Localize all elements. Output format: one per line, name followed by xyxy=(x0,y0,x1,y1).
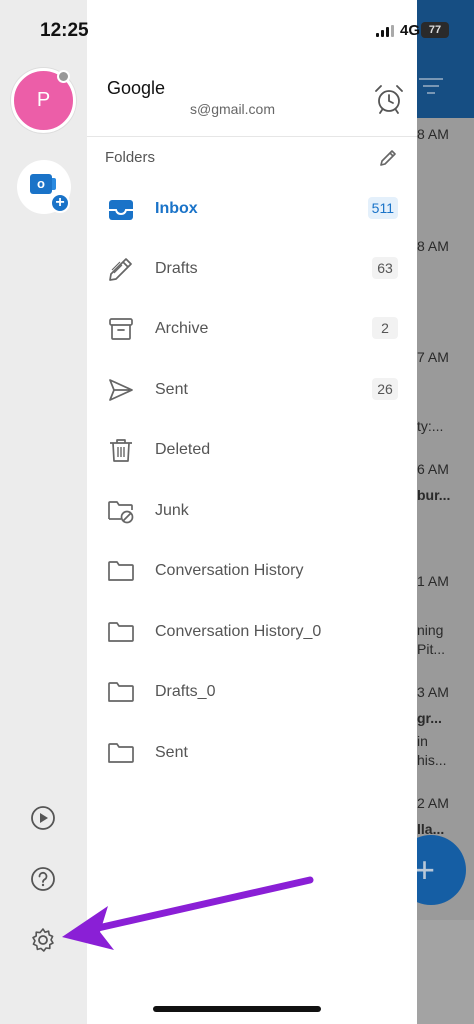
archive-icon xyxy=(109,318,133,340)
avatar-letter: P xyxy=(36,89,51,111)
folder-item-conversation-history[interactable]: Conversation History xyxy=(87,542,417,602)
folder-label: Junk xyxy=(155,502,189,519)
play-icon[interactable] xyxy=(30,805,56,831)
mail-snippet: ning xyxy=(417,622,444,638)
mail-snippet: in xyxy=(417,733,428,749)
folder-label: Conversation History_0 xyxy=(155,623,322,640)
junk-folder-icon xyxy=(108,501,134,524)
mail-time: 6 AM xyxy=(417,461,449,477)
mail-snippet: Pit... xyxy=(417,641,446,657)
alarm-clock-icon[interactable] xyxy=(373,83,405,115)
folder-label: Sent xyxy=(155,381,188,398)
mail-snippet: his... xyxy=(417,752,447,768)
outlook-icon: o xyxy=(30,174,52,194)
filter-icon xyxy=(419,78,443,94)
folders-heading: Folders xyxy=(105,149,156,166)
folder-label: Conversation History xyxy=(155,562,304,579)
network-label: 4G xyxy=(399,22,420,39)
folder-item-archive[interactable]: Archive 2 xyxy=(87,300,417,360)
battery-icon: 77 xyxy=(421,22,449,38)
folder-item-sent[interactable]: Sent 26 xyxy=(87,361,417,421)
count-badge: 2 xyxy=(372,317,398,339)
folder-icon xyxy=(108,622,134,642)
mail-time: 8 AM xyxy=(417,238,449,254)
count-badge: 63 xyxy=(372,257,398,279)
folder-item-sent-folder[interactable]: Sent xyxy=(87,724,417,784)
drawer-divider xyxy=(87,136,417,137)
mail-time: 7 AM xyxy=(417,349,449,365)
battery-level: 77 xyxy=(428,24,442,36)
account-email: s@gmail.com xyxy=(190,101,276,117)
folder-label: Deleted xyxy=(155,441,211,458)
folder-label: Drafts xyxy=(155,260,198,277)
folder-label: Sent xyxy=(155,744,188,761)
count-badge: 26 xyxy=(372,378,398,400)
add-account-button[interactable]: o + xyxy=(17,160,71,214)
send-icon xyxy=(109,379,133,401)
presence-dot xyxy=(57,70,70,83)
folder-icon xyxy=(108,561,134,581)
status-time: 12:25 xyxy=(40,20,89,41)
mail-snippet: ty:... xyxy=(417,418,444,434)
folder-label: Inbox xyxy=(155,200,198,217)
folder-item-conversation-history-0[interactable]: Conversation History_0 xyxy=(87,603,417,663)
status-right: 4G xyxy=(375,22,420,39)
folder-icon xyxy=(108,682,134,702)
status-bar: 12:25 4G xyxy=(0,0,420,64)
mail-subject: bur... xyxy=(417,487,451,503)
pencil-icon xyxy=(109,258,132,281)
help-icon[interactable] xyxy=(30,866,56,892)
folder-item-drafts[interactable]: Drafts 63 xyxy=(87,240,417,300)
mail-list-bottom xyxy=(417,920,474,1024)
folder-icon xyxy=(108,743,134,763)
add-icon: + xyxy=(50,193,70,213)
folder-item-drafts-0[interactable]: Drafts_0 xyxy=(87,663,417,723)
folder-label: Drafts_0 xyxy=(155,683,216,700)
folder-label: Archive xyxy=(155,320,209,337)
account-rail: P o + xyxy=(0,0,87,1024)
mail-list-header xyxy=(417,0,474,118)
home-indicator xyxy=(153,1006,321,1012)
mail-time: 1 AM xyxy=(417,573,449,589)
gear-icon[interactable] xyxy=(30,927,56,953)
trash-icon xyxy=(110,439,132,462)
folder-drawer: Google s@gmail.com Folders Inbox 511 Dra… xyxy=(87,0,417,1024)
mail-time: 3 AM xyxy=(417,684,449,700)
mail-time: 2 AM xyxy=(417,795,449,811)
edit-icon[interactable] xyxy=(378,148,398,168)
folder-item-inbox[interactable]: Inbox 511 xyxy=(87,180,417,240)
plus-icon: + xyxy=(414,849,436,890)
mail-time: 8 AM xyxy=(417,126,449,142)
folder-item-junk[interactable]: Junk xyxy=(87,482,417,542)
unread-count-badge: 511 xyxy=(367,197,398,219)
signal-icon xyxy=(375,24,394,37)
mail-subject: gr... xyxy=(417,710,442,726)
inbox-icon xyxy=(109,200,133,220)
folder-item-deleted[interactable]: Deleted xyxy=(87,421,417,481)
account-name: Google xyxy=(107,78,166,98)
